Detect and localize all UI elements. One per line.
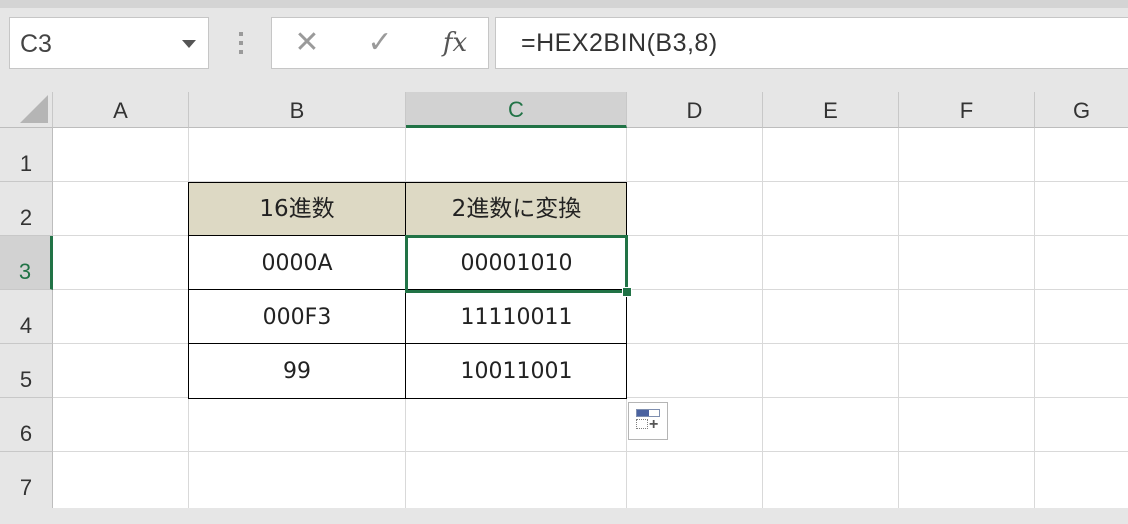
cell-b3[interactable]: 0000A — [188, 236, 406, 290]
enter-icon[interactable]: ✓ — [365, 18, 395, 68]
formula-buttons: ✕ ✓ fx — [271, 17, 489, 69]
column-header-e[interactable]: E — [763, 92, 899, 128]
formula-bar-area: C3 ✕ ✓ fx =HEX2BIN(B3,8) — [0, 0, 1128, 92]
column-header-c[interactable]: C — [406, 92, 627, 128]
cell-b5[interactable]: 99 — [188, 344, 406, 398]
paste-options-icon-cell — [636, 419, 648, 429]
table-border — [188, 343, 627, 344]
worksheet-grid[interactable]: A B C D E F G 1 2 3 4 5 6 7 16進数 2進数に変換 … — [0, 92, 1128, 508]
row-header-6[interactable]: 6 — [0, 398, 53, 452]
formula-text: =HEX2BIN(B3,8) — [521, 29, 718, 57]
row-header-5[interactable]: 5 — [0, 344, 53, 398]
select-all-triangle-icon — [20, 95, 48, 123]
column-header-f[interactable]: F — [899, 92, 1035, 128]
cell-c4[interactable]: 11110011 — [406, 290, 627, 344]
formula-input[interactable]: =HEX2BIN(B3,8) — [495, 17, 1128, 69]
column-header-a[interactable]: A — [53, 92, 189, 128]
insert-function-icon[interactable]: fx — [435, 18, 475, 68]
name-box[interactable]: C3 — [9, 17, 209, 69]
column-header-g[interactable]: G — [1035, 92, 1128, 128]
cell-c5[interactable]: 10011001 — [406, 344, 627, 398]
column-header-d[interactable]: D — [627, 92, 763, 128]
plus-icon: + — [649, 416, 659, 433]
row-header-7[interactable]: 7 — [0, 452, 53, 508]
row-header-2[interactable]: 2 — [0, 182, 53, 236]
active-cell-selection — [405, 235, 628, 293]
row-header-4[interactable]: 4 — [0, 290, 53, 344]
row-header-1[interactable]: 1 — [0, 128, 53, 182]
fill-handle[interactable] — [622, 287, 632, 297]
column-header-b[interactable]: B — [189, 92, 406, 128]
name-box-value: C3 — [20, 30, 52, 58]
cell-b2[interactable]: 16進数 — [188, 182, 406, 236]
drag-grip-icon[interactable] — [238, 32, 244, 54]
row-header-3[interactable]: 3 — [0, 236, 53, 290]
cancel-icon[interactable]: ✕ — [292, 18, 322, 68]
select-all-button[interactable] — [0, 92, 53, 128]
paste-options-button[interactable]: + — [628, 402, 668, 440]
gridline — [53, 451, 1128, 452]
ribbon-edge — [0, 0, 1128, 8]
chevron-down-icon[interactable] — [182, 40, 196, 48]
cell-c2[interactable]: 2進数に変換 — [406, 182, 627, 236]
cell-b4[interactable]: 000F3 — [188, 290, 406, 344]
